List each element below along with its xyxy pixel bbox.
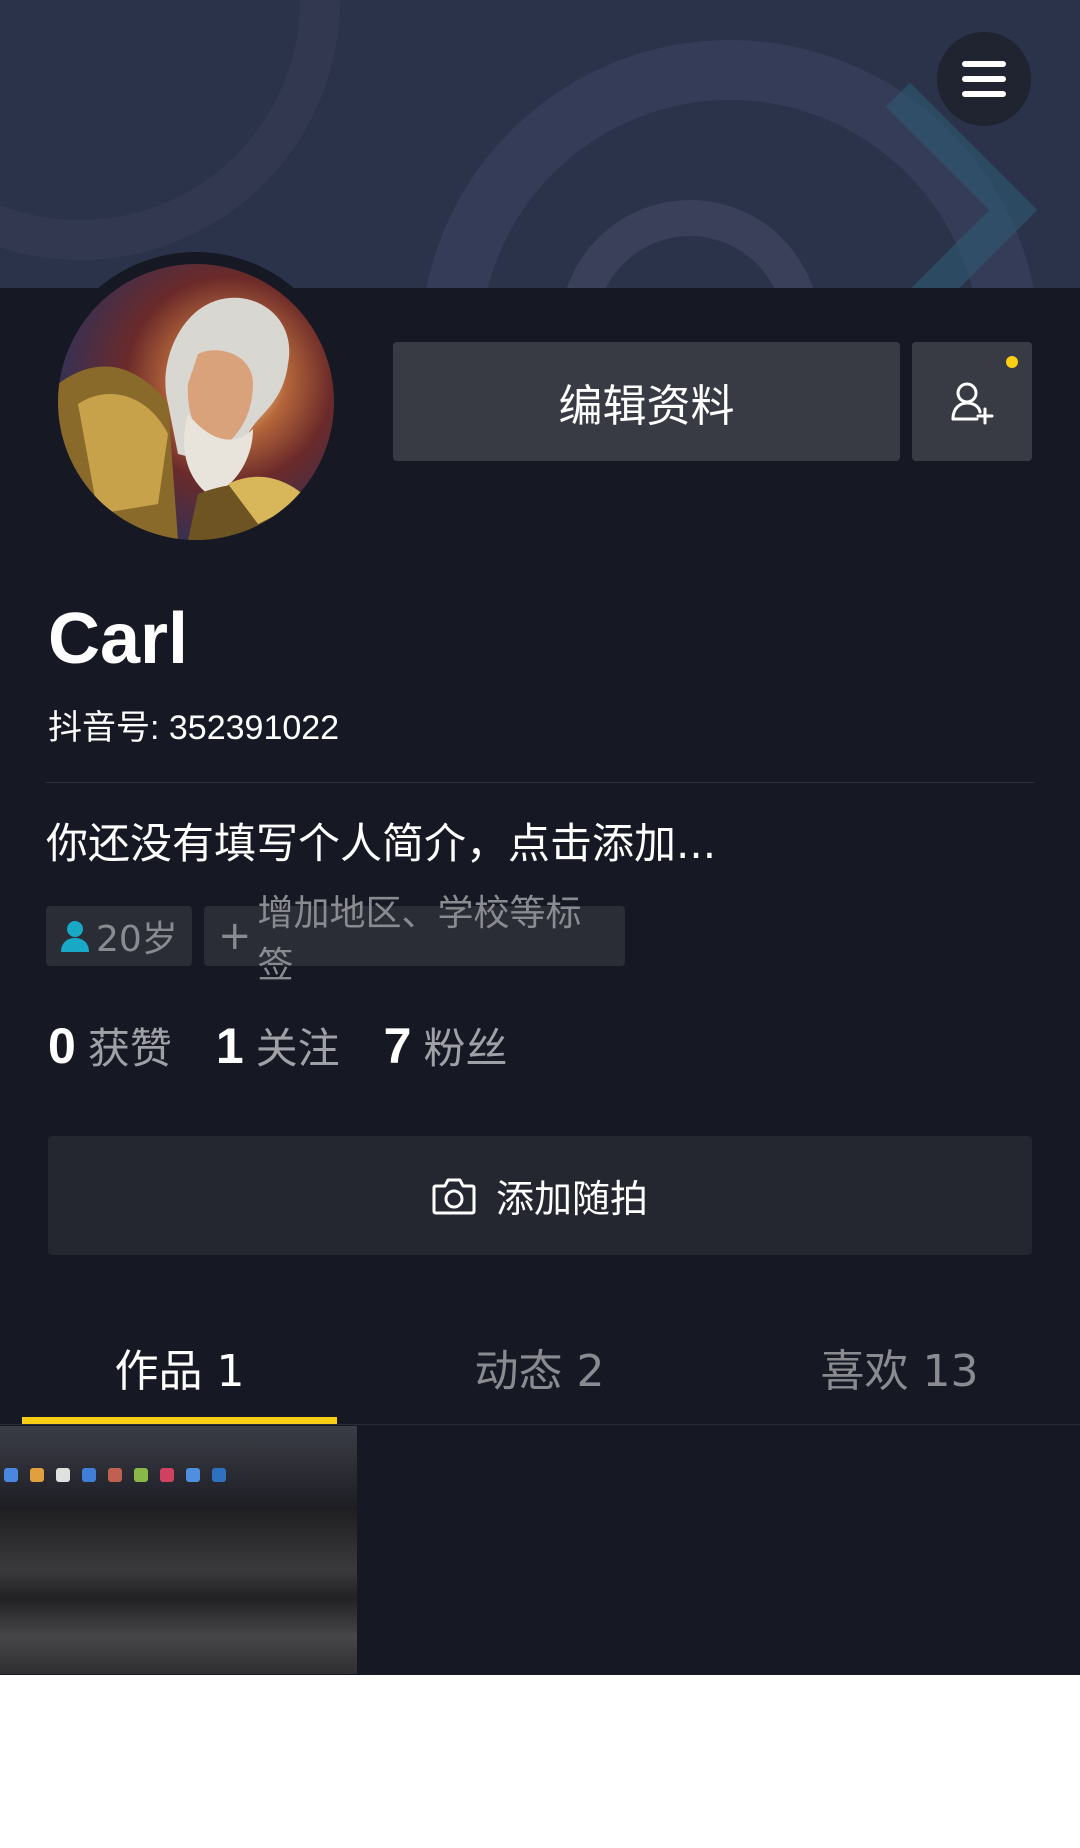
- thumbnail-image: [0, 1426, 357, 1506]
- banner-decoration: [0, 0, 340, 260]
- stat-label: 粉丝: [423, 1024, 508, 1073]
- person-icon: [60, 920, 90, 952]
- plus-icon: +: [218, 913, 252, 959]
- divider: [46, 782, 1034, 783]
- camera-icon: [432, 1178, 476, 1214]
- video-thumbnail[interactable]: [0, 1426, 357, 1674]
- add-tags-button[interactable]: + 增加地区、学校等标签: [204, 893, 625, 986]
- add-friend-button[interactable]: [912, 342, 1032, 461]
- stat-number: 7: [383, 1018, 412, 1074]
- stats-row: 0 获赞 1 关注 7 粉丝: [48, 1015, 507, 1076]
- hamburger-menu-icon[interactable]: [937, 32, 1031, 126]
- age-label: 20岁: [96, 919, 178, 960]
- avatar-image: [58, 264, 334, 540]
- stat-number: 1: [215, 1018, 244, 1074]
- add-snapshot-button[interactable]: 添加随拍: [48, 1136, 1032, 1255]
- stat-following[interactable]: 1 关注: [216, 1015, 340, 1076]
- profile-screen: 编辑资料 Carl 抖音号: 352391022 你还没有填写个人简介，点击添加…: [0, 0, 1080, 1675]
- stat-number: 0: [48, 1018, 76, 1074]
- douyin-id[interactable]: 抖音号: 352391022: [48, 700, 339, 749]
- add-tags-label: 增加地区、学校等标签: [257, 893, 582, 986]
- stat-followers[interactable]: 7 粉丝: [384, 1015, 508, 1076]
- profile-banner[interactable]: [0, 0, 1080, 288]
- age-tag[interactable]: 20岁: [46, 906, 192, 966]
- content-tabs: 作品 1 动态 2 喜欢 13: [0, 1310, 1080, 1425]
- edit-profile-button[interactable]: 编辑资料: [393, 342, 900, 461]
- avatar[interactable]: [46, 252, 346, 552]
- stat-likes[interactable]: 0 获赞: [48, 1015, 172, 1076]
- tab-moments[interactable]: 动态 2: [382, 1310, 697, 1424]
- user-name: Carl: [48, 599, 189, 679]
- stat-label: 关注: [255, 1024, 340, 1073]
- thumbnail-image-detail: [4, 1468, 226, 1482]
- add-friend-icon: [951, 382, 994, 424]
- notification-dot: [1006, 356, 1018, 368]
- tab-likes[interactable]: 喜欢 13: [742, 1310, 1057, 1424]
- stat-label: 获赞: [87, 1024, 172, 1073]
- add-snapshot-label: 添加随拍: [495, 1177, 648, 1221]
- thumbnail-image-detail: [0, 1506, 357, 1674]
- tab-works[interactable]: 作品 1: [22, 1310, 337, 1424]
- active-tab-indicator: [22, 1417, 337, 1424]
- bio-placeholder[interactable]: 你还没有填写个人简介，点击添加...: [46, 810, 716, 871]
